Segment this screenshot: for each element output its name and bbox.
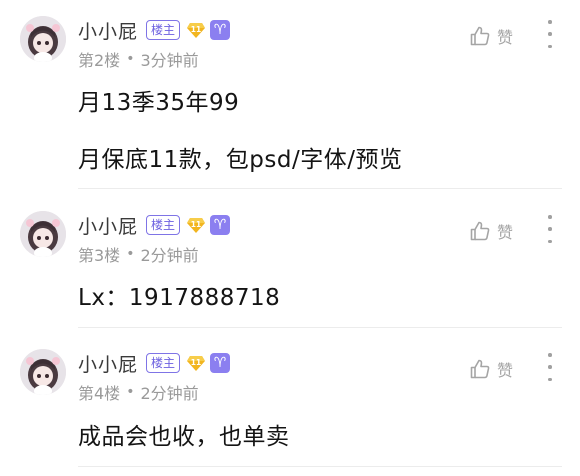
vertical-ellipsis-icon bbox=[548, 353, 552, 357]
post-time: 2分钟前 bbox=[140, 246, 199, 265]
meta-row: 第3楼 • 2分钟前 bbox=[78, 242, 199, 266]
aries-icon: ♈ bbox=[210, 353, 231, 373]
level-number: 11 bbox=[191, 358, 201, 367]
level-number: 11 bbox=[191, 220, 201, 229]
level-number: 11 bbox=[191, 25, 201, 34]
floor-number: 第2楼 bbox=[78, 51, 121, 70]
username[interactable]: 小小屁 bbox=[78, 350, 138, 377]
user-info-row: 小小屁 楼主 11 ♈ bbox=[78, 212, 231, 239]
meta-row: 第2楼 • 3分钟前 bbox=[78, 47, 199, 71]
reply-content-line: 月保底11款，包psd/字体/预览 bbox=[78, 147, 403, 173]
username[interactable]: 小小屁 bbox=[78, 212, 138, 239]
avatar[interactable] bbox=[20, 16, 66, 62]
meta-row: 第4楼 • 2分钟前 bbox=[78, 380, 199, 404]
divider bbox=[78, 327, 562, 328]
like-button[interactable]: 赞 bbox=[469, 24, 513, 48]
more-options-button[interactable] bbox=[542, 20, 558, 48]
avatar-image bbox=[20, 349, 66, 395]
like-button[interactable]: 赞 bbox=[469, 219, 513, 243]
floor-number: 第3楼 bbox=[78, 246, 121, 265]
reply-content-line: 成品会也收，也单卖 bbox=[78, 424, 290, 450]
gold-diamond-level-icon: 11 bbox=[187, 356, 206, 371]
post-time: 2分钟前 bbox=[140, 384, 199, 403]
owner-badge: 楼主 bbox=[146, 353, 181, 373]
username[interactable]: 小小屁 bbox=[78, 17, 138, 44]
more-options-button[interactable] bbox=[542, 353, 558, 381]
like-button[interactable]: 赞 bbox=[469, 357, 513, 381]
floor-number: 第4楼 bbox=[78, 384, 121, 403]
vertical-ellipsis-icon bbox=[548, 20, 552, 24]
meta-separator: • bbox=[126, 384, 135, 400]
owner-badge: 楼主 bbox=[146, 20, 181, 40]
owner-badge: 楼主 bbox=[146, 215, 181, 235]
like-label: 赞 bbox=[497, 361, 514, 380]
post-time: 3分钟前 bbox=[140, 51, 199, 70]
avatar-image bbox=[20, 211, 66, 257]
divider bbox=[78, 466, 562, 467]
more-options-button[interactable] bbox=[542, 215, 558, 243]
thumbs-up-icon bbox=[470, 221, 490, 241]
meta-separator: • bbox=[126, 246, 135, 262]
user-info-row: 小小屁 楼主 11 ♈ bbox=[78, 17, 231, 44]
gold-diamond-level-icon: 11 bbox=[187, 23, 206, 38]
reply-content-line: 月13季35年99 bbox=[78, 90, 240, 116]
thumbs-up-icon bbox=[470, 26, 490, 46]
avatar[interactable] bbox=[20, 349, 66, 395]
vertical-ellipsis-icon bbox=[548, 215, 552, 219]
divider bbox=[78, 188, 562, 189]
aries-icon: ♈ bbox=[210, 215, 231, 235]
user-info-row: 小小屁 楼主 11 ♈ bbox=[78, 350, 231, 377]
avatar[interactable] bbox=[20, 211, 66, 257]
aries-icon: ♈ bbox=[210, 20, 231, 40]
avatar-image bbox=[20, 16, 66, 62]
gold-diamond-level-icon: 11 bbox=[187, 218, 206, 233]
meta-separator: • bbox=[126, 51, 135, 67]
like-label: 赞 bbox=[497, 28, 514, 47]
like-label: 赞 bbox=[497, 223, 514, 242]
reply-content-line: Lx：1917888718 bbox=[78, 285, 281, 311]
thumbs-up-icon bbox=[470, 359, 490, 379]
